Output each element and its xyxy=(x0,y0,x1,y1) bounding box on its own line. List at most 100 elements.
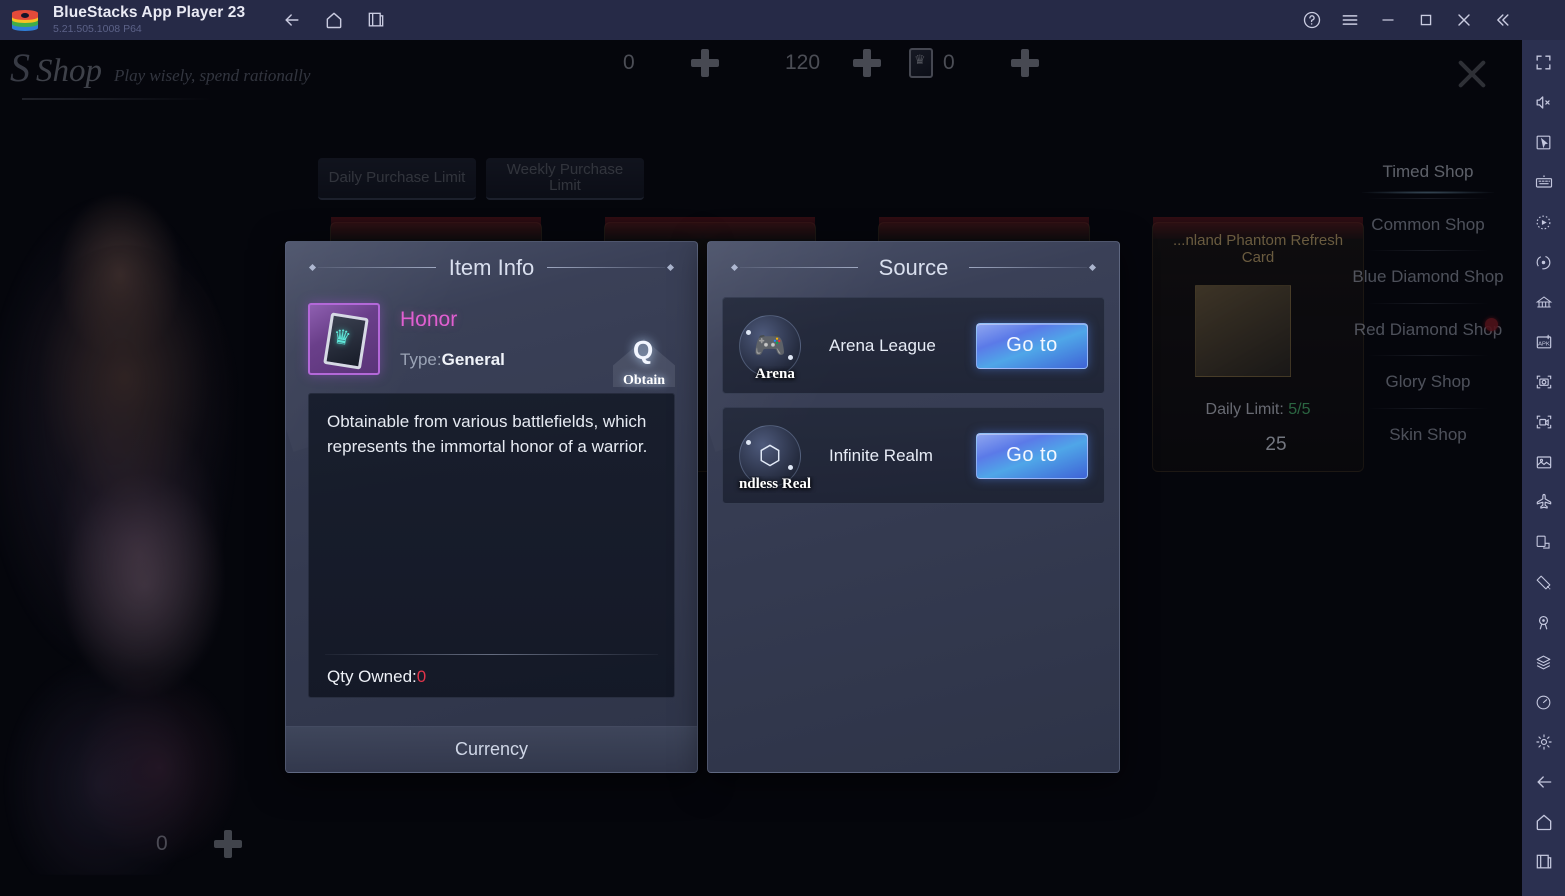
keyboard-controls-icon[interactable] xyxy=(1522,162,1565,202)
menu-button[interactable] xyxy=(1333,5,1367,35)
airplane-mode-icon[interactable] xyxy=(1522,482,1565,522)
item-header: ♛ Honor Type:General Q Obtain xyxy=(286,281,697,388)
source-name: Infinite Realm xyxy=(829,445,933,465)
window-controls xyxy=(1295,0,1519,40)
back-button[interactable] xyxy=(275,5,309,35)
item-info-dialog: Item Info ♛ Honor Type:General Q Obtain … xyxy=(285,241,698,773)
shop-nav-timed-shop[interactable]: Timed Shop xyxy=(1344,148,1512,196)
source-icon-caption: Arena xyxy=(755,365,795,382)
purchase-limit-tabs: Daily Purchase Limit Weekly Purchase Lim… xyxy=(318,158,644,200)
shop-item-daily-limit: Daily Limit: 5/5 xyxy=(1205,401,1311,418)
red-diamond-icon xyxy=(747,51,775,75)
gamepad-icon: 🎮 Arena xyxy=(739,314,801,382)
shop-nav-glory-shop[interactable]: Glory Shop xyxy=(1344,358,1512,406)
qty-divider xyxy=(325,654,658,655)
app-title: BlueStacks App Player 23 xyxy=(53,4,246,22)
magnifier-icon: Q xyxy=(633,335,654,365)
app-version: 5.21.505.1008 P64 xyxy=(53,22,142,35)
recents-nav-icon[interactable] xyxy=(1522,842,1565,882)
shop-logo-icon: S xyxy=(10,45,30,90)
add-honor-card-button[interactable] xyxy=(1011,49,1039,77)
source-icon-caption: ndless Real xyxy=(738,475,812,492)
minimize-button[interactable] xyxy=(1371,5,1405,35)
currency-tab[interactable]: Currency xyxy=(286,726,697,772)
shop-nav-common-shop[interactable]: Common Shop xyxy=(1344,201,1512,249)
source-panel-title: Source xyxy=(708,242,1119,281)
home-button[interactable] xyxy=(317,5,351,35)
bluestacks-logo-icon xyxy=(12,9,38,31)
help-button[interactable] xyxy=(1295,5,1329,35)
shop-item-card-phantom-refresh[interactable]: ...nland Phantom Refresh Card Daily Limi… xyxy=(1152,217,1364,472)
media-manager-icon[interactable] xyxy=(1522,442,1565,482)
maximize-button[interactable] xyxy=(1409,5,1443,35)
svg-text:APK: APK xyxy=(1538,341,1550,347)
shop-item-price: 25 xyxy=(1153,433,1363,457)
location-icon[interactable] xyxy=(1522,602,1565,642)
mute-icon[interactable] xyxy=(1522,82,1565,122)
shake-icon[interactable] xyxy=(1522,562,1565,602)
shop-title: Shop xyxy=(36,53,102,89)
collapse-sidebar-button[interactable] xyxy=(1485,5,1519,35)
install-apk-icon[interactable]: APK xyxy=(1522,322,1565,362)
bottom-currency-value: 0 xyxy=(156,832,168,855)
add-currency-button[interactable] xyxy=(214,830,242,858)
shop-nav-skin-shop[interactable]: Skin Shop xyxy=(1344,411,1512,459)
source-name: Arena League xyxy=(829,335,936,355)
title-rule-right xyxy=(547,267,665,268)
rotate-icon[interactable] xyxy=(1522,522,1565,562)
go-to-button-infinite-realm[interactable]: Go to xyxy=(976,432,1088,479)
app-title-block: BlueStacks App Player 23 5.21.505.1008 P… xyxy=(53,4,246,35)
honor-card-icon xyxy=(909,48,933,78)
settings-gear-icon[interactable] xyxy=(1522,722,1565,762)
purple-diamond-icon xyxy=(118,832,146,856)
item-info-panel-title: Item Info xyxy=(286,242,697,281)
item-description-box: Obtainable from various battlefields, wh… xyxy=(308,393,675,698)
title-rule-left xyxy=(318,267,436,268)
fullscreen-icon[interactable] xyxy=(1522,42,1565,82)
obtain-label: Obtain xyxy=(622,373,665,388)
multi-instance-button[interactable] xyxy=(359,5,393,35)
source-row-infinite-realm: ⬡ ndless Real Infinite Realm Go to xyxy=(722,407,1105,504)
source-list: 🎮 Arena Arena League Go to ⬡ ndless Real… xyxy=(708,281,1119,504)
weekly-purchase-limit-tab[interactable]: Weekly Purchase Limit xyxy=(486,158,644,200)
bluestacks-sidebar: APK xyxy=(1522,0,1565,896)
game-viewport: S Shop Play wisely, spend rationally 0 1… xyxy=(0,40,1522,896)
hexagon-brush-icon: ⬡ ndless Real xyxy=(739,424,811,492)
item-name: Honor xyxy=(400,308,458,331)
item-icon: ♛ xyxy=(308,303,380,375)
qty-owned: Qty Owned:0 xyxy=(327,667,427,686)
shop-tagline: Play wisely, spend rationally xyxy=(114,66,311,85)
daily-purchase-limit-tab[interactable]: Daily Purchase Limit xyxy=(318,158,476,200)
obtain-button[interactable]: Q Obtain xyxy=(613,333,675,391)
layers-icon[interactable] xyxy=(1522,642,1565,682)
titlebar-nav xyxy=(275,5,393,35)
shop-close-button[interactable] xyxy=(1452,54,1492,94)
item-type: Type:General xyxy=(400,350,505,369)
source-dialog: Source 🎮 Arena Arena League Go to ⬡ ndle… xyxy=(707,241,1120,773)
add-red-diamond-button[interactable] xyxy=(853,49,881,77)
currency-bar: 0 120 0 xyxy=(585,48,1067,78)
performance-icon[interactable] xyxy=(1522,682,1565,722)
macro-play-icon[interactable] xyxy=(1522,202,1565,242)
currency-value: 120 xyxy=(785,51,821,74)
multi-instance-manager-icon[interactable] xyxy=(1522,282,1565,322)
cursor-mode-icon[interactable] xyxy=(1522,122,1565,162)
title-rule-right xyxy=(969,267,1087,268)
item-description: Obtainable from various battlefields, wh… xyxy=(327,412,648,456)
go-to-button-arena-league[interactable]: Go to xyxy=(976,322,1088,369)
record-screen-icon[interactable] xyxy=(1522,402,1565,442)
add-purple-diamond-button[interactable] xyxy=(691,49,719,77)
crown-icon: ♛ xyxy=(331,325,353,351)
currency-value: 0 xyxy=(943,51,955,74)
source-row-arena-league: 🎮 Arena Arena League Go to xyxy=(722,297,1105,394)
shop-item-name: ...nland Phantom Refresh Card xyxy=(1172,232,1344,266)
currency-purple-diamond: 0 xyxy=(585,51,675,75)
item-meta: Honor Type:General xyxy=(400,303,505,370)
close-button[interactable] xyxy=(1447,5,1481,35)
screenshot-icon[interactable] xyxy=(1522,362,1565,402)
back-nav-icon[interactable] xyxy=(1522,762,1565,802)
home-nav-icon[interactable] xyxy=(1522,802,1565,842)
shop-nav-blue-diamond-shop[interactable]: Blue Diamond Shop xyxy=(1344,253,1512,301)
red-diamond-icon xyxy=(1229,433,1257,457)
eco-mode-icon[interactable] xyxy=(1522,242,1565,282)
